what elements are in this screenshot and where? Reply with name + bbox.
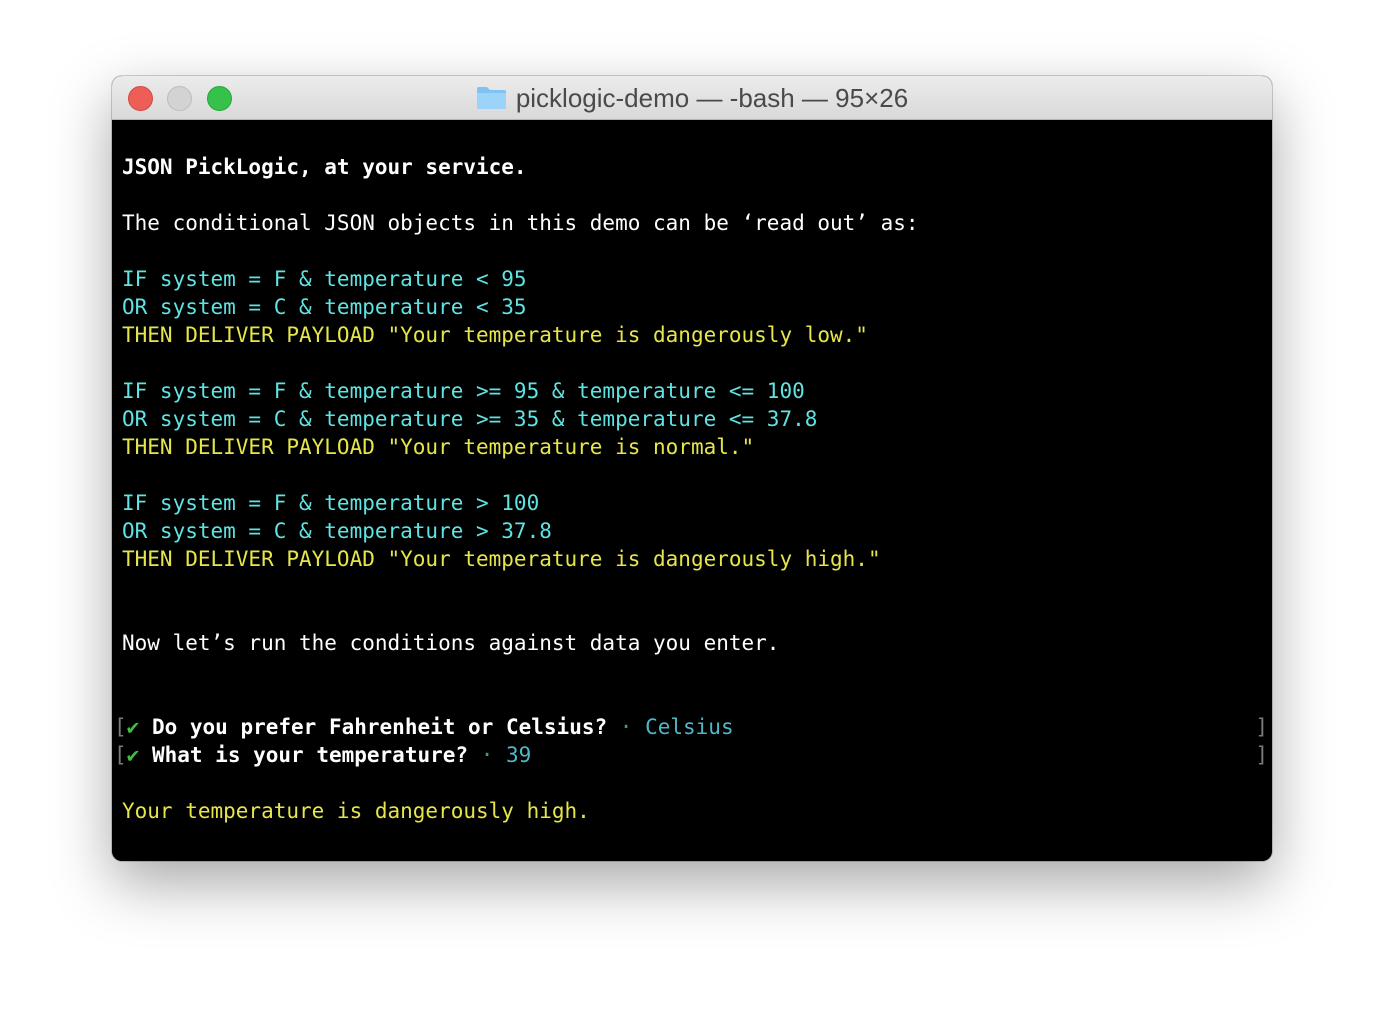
- prompt-question: Do you prefer Fahrenheit or Celsius?: [151, 715, 608, 739]
- rule-or-line: OR system = C & temperature >= 35 & temp…: [122, 407, 818, 431]
- rule-then-line: THEN DELIVER PAYLOAD "Your temperature i…: [122, 435, 755, 459]
- prompt-line: [✔ What is your temperature? · 39: [114, 741, 531, 769]
- rule-or-line: OR system = C & temperature < 35: [122, 295, 527, 319]
- prompt-answer: 39: [506, 743, 532, 767]
- rule-then-line: THEN DELIVER PAYLOAD "Your temperature i…: [122, 323, 868, 347]
- greeting-line: JSON PickLogic, at your service.: [122, 155, 527, 179]
- folder-icon: [476, 86, 507, 110]
- checkmark-icon: ✔: [126, 743, 140, 767]
- run-line: Now let’s run the conditions against dat…: [122, 631, 780, 655]
- rule-if-line: IF system = F & temperature < 95: [122, 267, 527, 291]
- prompt-bracket-open: [: [114, 743, 127, 767]
- result-line: Your temperature is dangerously high.: [122, 799, 590, 823]
- prompt-bracket-close: ]: [1255, 743, 1268, 767]
- rule-if-line: IF system = F & temperature >= 95 & temp…: [122, 379, 805, 403]
- terminal-output[interactable]: JSON PickLogic, at your service. The con…: [112, 120, 1272, 861]
- prompt-separator: ·: [619, 715, 633, 739]
- rule-then-line: THEN DELIVER PAYLOAD "Your temperature i…: [122, 547, 881, 571]
- intro-line: The conditional JSON objects in this dem…: [122, 211, 919, 235]
- prompt-bracket-close: ]: [1255, 715, 1268, 739]
- terminal-window: picklogic-demo — -bash — 95×26 JSON Pick…: [112, 76, 1272, 861]
- window-title-container: picklogic-demo — -bash — 95×26: [112, 76, 1272, 120]
- prompt-bracket-open: [: [114, 715, 127, 739]
- window-title: picklogic-demo — -bash — 95×26: [515, 82, 909, 113]
- title-bar[interactable]: picklogic-demo — -bash — 95×26: [112, 76, 1272, 120]
- checkmark-icon: ✔: [126, 715, 140, 739]
- rule-or-line: OR system = C & temperature > 37.8: [122, 519, 552, 543]
- prompt-separator: ·: [480, 743, 494, 767]
- rule-if-line: IF system = F & temperature > 100: [122, 491, 540, 515]
- prompt-line: [✔ Do you prefer Fahrenheit or Celsius? …: [114, 713, 734, 741]
- prompt-answer: Celsius: [645, 715, 734, 739]
- prompt-question: What is your temperature?: [151, 743, 469, 767]
